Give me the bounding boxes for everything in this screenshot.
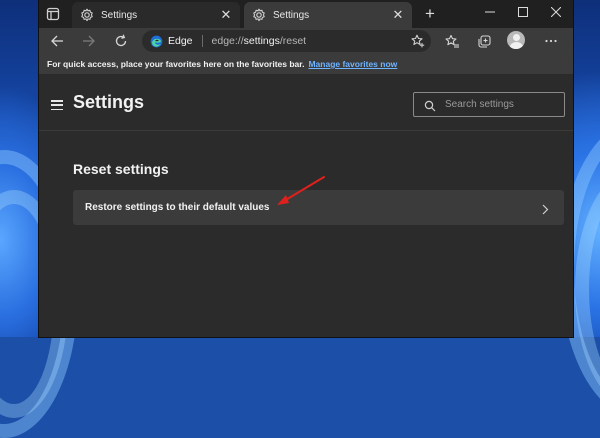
star-add-icon[interactable]	[411, 34, 425, 48]
search-icon	[424, 99, 436, 111]
forward-arrow-icon[interactable]	[80, 32, 98, 50]
chevron-right-icon	[540, 202, 550, 215]
tab-strip: Settings ✕ Settings ✕ +	[39, 0, 573, 28]
restore-defaults-label: Restore settings to their default values	[85, 202, 270, 213]
search-settings-box[interactable]	[413, 92, 565, 117]
close-icon[interactable]: ✕	[218, 7, 234, 23]
address-divider	[201, 35, 203, 47]
favorites-icon[interactable]	[443, 32, 461, 50]
manage-favorites-link[interactable]: Manage favorites now	[308, 59, 397, 69]
tab-actions-icon[interactable]	[45, 6, 61, 22]
collections-icon[interactable]	[475, 32, 493, 50]
page-title: Settings	[73, 92, 145, 112]
close-icon[interactable]	[539, 0, 572, 24]
tab-settings-active[interactable]: Settings ✕	[244, 2, 412, 28]
url-host: settings	[243, 35, 280, 47]
edge-logo-icon	[150, 35, 163, 48]
favorites-bar: For quick access, place your favorites h…	[39, 54, 573, 75]
section-title: Reset settings	[73, 161, 169, 177]
gear-icon	[80, 8, 94, 22]
maximize-icon[interactable]	[506, 0, 539, 24]
close-icon[interactable]: ✕	[390, 7, 406, 23]
plus-icon[interactable]: +	[420, 4, 440, 24]
search-input[interactable]	[445, 99, 555, 110]
gear-icon	[252, 8, 266, 22]
tab-title: Settings	[273, 9, 310, 21]
avatar[interactable]	[507, 31, 525, 49]
settings-page: Settings Reset settings Restore settings…	[39, 75, 573, 337]
favorites-bar-message: For quick access, place your favorites h…	[47, 59, 305, 69]
address-bar[interactable]: Edge edge://settings/reset	[142, 30, 431, 52]
toolbar: Edge edge://settings/reset	[39, 28, 573, 54]
minimize-icon[interactable]	[473, 0, 506, 24]
url-scheme: edge://	[211, 35, 244, 47]
tab-title: Settings	[101, 9, 138, 21]
tab-settings-inactive[interactable]: Settings ✕	[72, 2, 240, 28]
url-path: /reset	[279, 35, 307, 47]
browser-window: Settings ✕ Settings ✕ + Edge edge:// set…	[39, 0, 573, 337]
more-icon[interactable]	[542, 32, 560, 50]
restore-defaults-row[interactable]: Restore settings to their default values	[73, 190, 564, 225]
refresh-icon[interactable]	[112, 32, 130, 50]
site-label: Edge	[168, 35, 193, 47]
back-arrow-icon[interactable]	[48, 32, 66, 50]
hamburger-icon[interactable]	[51, 100, 63, 111]
header-divider	[39, 130, 573, 131]
